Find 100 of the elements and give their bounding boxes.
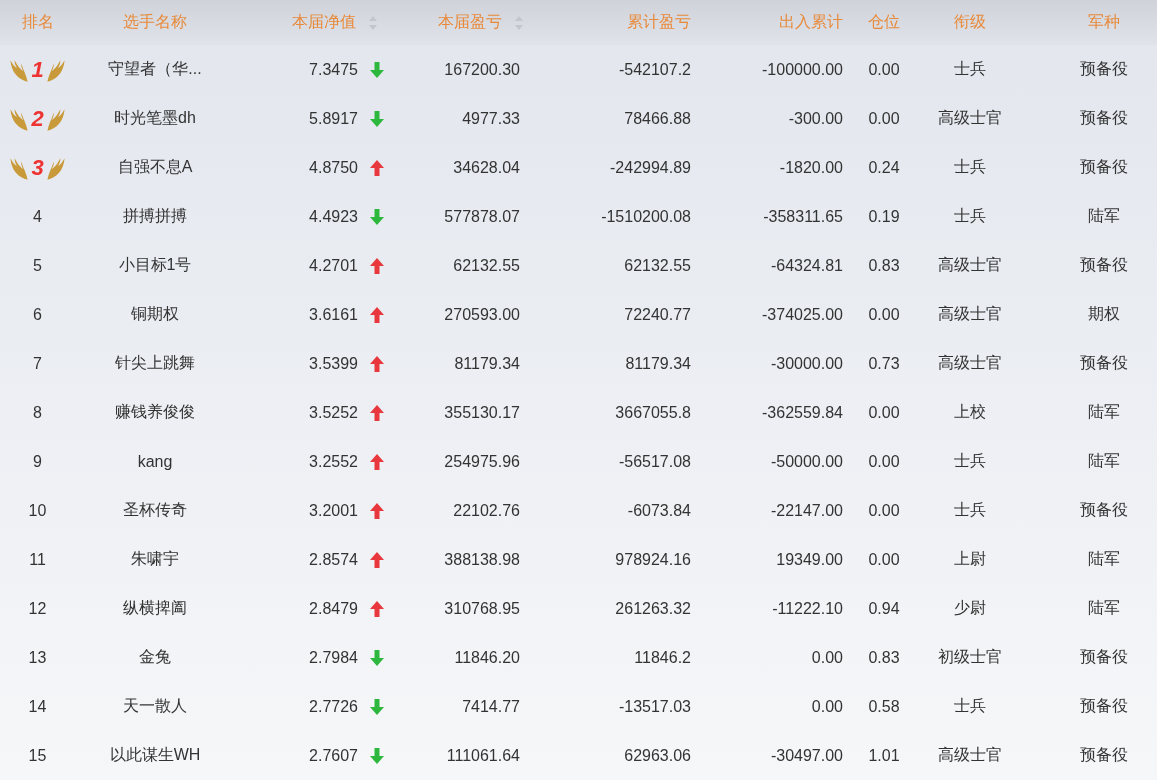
player-name: 纵横捭阖 xyxy=(123,598,187,618)
rank-number: 8 xyxy=(33,403,42,422)
branch: 预备役 xyxy=(1079,157,1128,177)
sort-icon[interactable] xyxy=(368,14,378,31)
grade: 士兵 xyxy=(954,59,986,79)
rank-number: 10 xyxy=(28,501,47,520)
position: 0.83 xyxy=(868,256,900,275)
branch: 预备役 xyxy=(1079,255,1128,275)
grade: 少尉 xyxy=(954,598,986,618)
total-profit: -1510200.08 xyxy=(601,207,691,226)
total-profit: 3667055.8 xyxy=(615,403,691,422)
net-value: 2.8479 xyxy=(309,599,358,618)
total-profit: 72240.77 xyxy=(624,305,691,324)
net-value: 3.5252 xyxy=(309,403,358,422)
sort-icon[interactable] xyxy=(514,14,524,31)
branch: 期权 xyxy=(1087,304,1120,324)
grade: 高级士官 xyxy=(938,745,1002,765)
rank-number: 7 xyxy=(33,354,42,373)
player-name: kang xyxy=(137,452,173,471)
cash-flow: -30497.00 xyxy=(770,746,843,765)
net-value: 4.4923 xyxy=(309,207,358,226)
branch: 陆军 xyxy=(1087,402,1120,422)
player-name: 铜期权 xyxy=(131,304,179,324)
branch: 预备役 xyxy=(1079,647,1128,667)
cash-flow: -374025.00 xyxy=(762,305,843,324)
player-name: 拼搏拼搏 xyxy=(123,206,187,226)
total-profit: -542107.2 xyxy=(618,60,691,79)
column-header[interactable]: 本届净值 xyxy=(292,12,386,33)
net-value: 5.8917 xyxy=(309,109,358,128)
position: 0.58 xyxy=(868,697,900,716)
net-value: 3.2552 xyxy=(309,452,358,471)
total-profit: 261263.32 xyxy=(615,599,691,618)
cash-flow: -1820.00 xyxy=(779,158,843,177)
period-profit: 167200.30 xyxy=(444,60,520,79)
period-profit: 4977.33 xyxy=(462,109,520,128)
total-profit: -56517.08 xyxy=(618,452,691,471)
cash-flow: -358311.65 xyxy=(763,207,843,226)
total-profit: -13517.03 xyxy=(618,697,691,716)
position: 0.83 xyxy=(868,648,900,667)
player-name: 自强不息A xyxy=(117,157,193,177)
player-name: 圣杯传奇 xyxy=(123,500,187,520)
column-header: 仓位 xyxy=(868,12,900,32)
period-profit: 7414.77 xyxy=(462,697,520,716)
player-name: 金兔 xyxy=(139,647,171,667)
branch: 预备役 xyxy=(1079,745,1128,765)
column-header: 衔级 xyxy=(954,12,986,32)
period-profit: 355130.17 xyxy=(444,403,520,422)
column-header: 选手名称 xyxy=(123,12,187,32)
cash-flow: 0.00 xyxy=(811,648,843,667)
rank-number: 13 xyxy=(28,648,47,667)
period-profit: 388138.98 xyxy=(444,550,520,569)
cash-flow: 19349.00 xyxy=(776,550,843,569)
position: 0.00 xyxy=(868,60,900,79)
position: 0.00 xyxy=(868,403,900,422)
player-name: 赚钱养俊俊 xyxy=(115,402,195,422)
rank-number: 11 xyxy=(29,550,46,569)
rank-number: 3 xyxy=(31,154,44,181)
player-name: 天一散人 xyxy=(123,696,187,716)
cash-flow: 0.00 xyxy=(811,697,843,716)
rank-number: 15 xyxy=(28,746,47,765)
grade: 士兵 xyxy=(954,500,986,520)
total-profit: 978924.16 xyxy=(615,550,691,569)
rank-number: 2 xyxy=(31,105,44,132)
cash-flow: -64324.81 xyxy=(770,256,843,275)
period-profit: 270593.00 xyxy=(444,305,520,324)
player-name: 针尖上跳舞 xyxy=(115,353,195,373)
cash-flow: -300.00 xyxy=(788,109,843,128)
position: 0.24 xyxy=(868,158,900,177)
cash-flow: -30000.00 xyxy=(770,354,843,373)
grade: 高级士官 xyxy=(938,353,1002,373)
position: 0.00 xyxy=(868,452,900,471)
column-header: 出入累计 xyxy=(779,12,843,32)
grade: 高级士官 xyxy=(938,108,1002,128)
cash-flow: -22147.00 xyxy=(770,501,843,520)
period-profit: 34628.04 xyxy=(453,158,520,177)
branch: 陆军 xyxy=(1087,549,1120,569)
period-profit: 22102.76 xyxy=(453,501,520,520)
net-value: 2.8574 xyxy=(309,550,358,569)
total-profit: -6073.84 xyxy=(627,501,691,520)
rank-number: 4 xyxy=(33,207,42,226)
column-header[interactable]: 本届盈亏 xyxy=(438,12,530,33)
rank-number: 5 xyxy=(33,256,42,275)
period-profit: 11846.20 xyxy=(454,648,520,667)
grade: 士兵 xyxy=(954,157,986,177)
period-profit: 62132.55 xyxy=(453,256,520,275)
total-profit: 11846.2 xyxy=(634,648,691,667)
grade: 初级士官 xyxy=(938,647,1002,667)
net-value: 3.2001 xyxy=(309,501,358,520)
rank-number: 6 xyxy=(33,305,42,324)
column-header: 军种 xyxy=(1087,12,1120,32)
grade: 上尉 xyxy=(954,549,986,569)
net-value: 2.7607 xyxy=(309,746,358,765)
grade: 士兵 xyxy=(954,696,986,716)
branch: 预备役 xyxy=(1079,353,1128,373)
position: 0.00 xyxy=(868,305,900,324)
cash-flow: -50000.00 xyxy=(770,452,843,471)
net-value: 7.3475 xyxy=(309,60,358,79)
grade: 上校 xyxy=(954,402,986,422)
total-profit: 78466.88 xyxy=(624,109,691,128)
player-name: 小目标1号 xyxy=(118,255,192,275)
